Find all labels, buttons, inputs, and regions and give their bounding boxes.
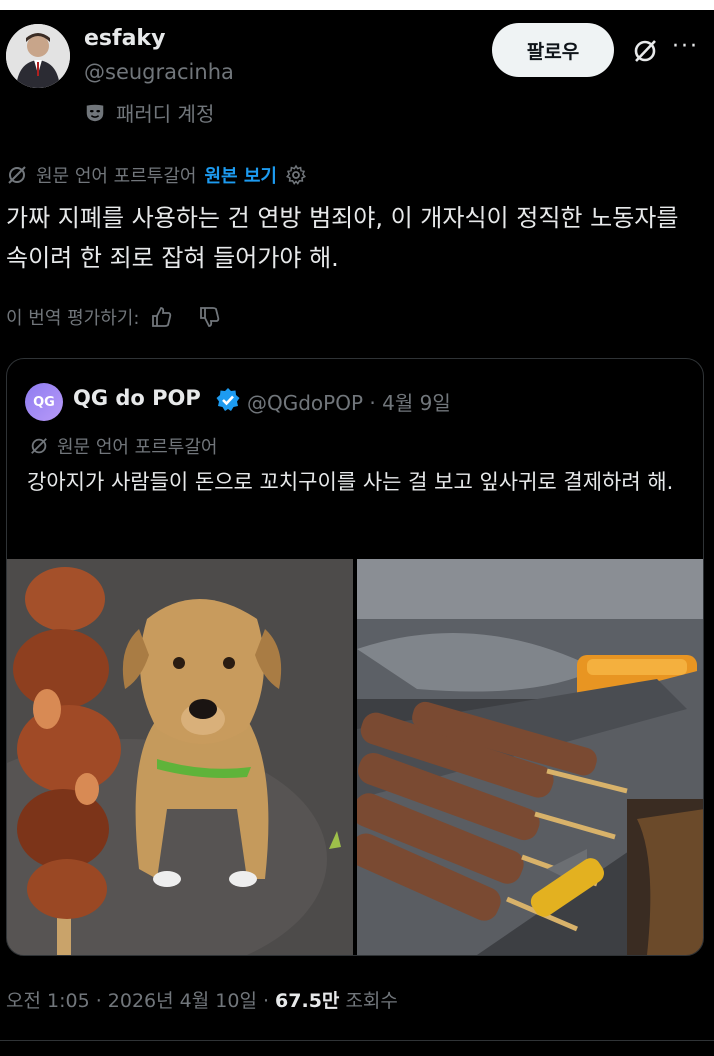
avatar[interactable] bbox=[6, 24, 70, 88]
photo-grill-skewers[interactable] bbox=[357, 559, 703, 955]
translate-icon bbox=[31, 438, 47, 454]
tweet-timestamp: 오전 1:05 · 2026년 4월 10일 · 67.5만 조회수 bbox=[6, 986, 398, 1013]
views-count: 67.5만 bbox=[275, 990, 340, 1012]
more-options-icon[interactable]: ··· bbox=[672, 34, 699, 59]
rate-translation-label: 이 번역 평가하기: bbox=[6, 308, 140, 329]
translate-icon bbox=[8, 166, 26, 184]
show-original-link[interactable]: 원본 보기 bbox=[204, 162, 277, 188]
thumbs-up-icon[interactable] bbox=[149, 305, 173, 329]
verified-badge-icon bbox=[216, 388, 240, 411]
author-display-name[interactable]: esfaky bbox=[84, 26, 165, 51]
top-strip bbox=[0, 0, 714, 10]
rate-translation: 이 번역 평가하기: bbox=[6, 304, 221, 330]
author-handle[interactable]: @seugracinha bbox=[84, 60, 234, 84]
quote-translation-source: 원문 언어 포르투갈어 bbox=[57, 437, 218, 458]
translation-source: 원문 언어 포르투갈어 bbox=[36, 166, 197, 187]
parody-text: 패러디 계정 bbox=[116, 102, 215, 126]
grok-icon[interactable] bbox=[630, 36, 660, 66]
tweet-text: 가짜 지폐를 사용하는 건 연방 범죄야, 이 개자식이 정직한 노동자를 속이… bbox=[6, 204, 679, 272]
quote-handle-date[interactable]: @QGdoPOP · 4월 9일 bbox=[247, 387, 451, 416]
parody-account-label: 패러디 계정 bbox=[84, 98, 214, 127]
translation-info: 원문 언어 포르투갈어 원본 보기 bbox=[6, 162, 307, 188]
quote-avatar[interactable]: QG bbox=[25, 383, 63, 421]
gear-icon[interactable] bbox=[285, 164, 307, 186]
photo-dog-skewer[interactable] bbox=[7, 559, 353, 955]
quote-translation-info: 원문 언어 포르투갈어 bbox=[29, 433, 217, 459]
theater-mask-icon bbox=[86, 104, 104, 121]
thumbs-down-icon[interactable] bbox=[197, 305, 221, 329]
quoted-tweet[interactable]: QG QG do POP @QGdoPOP · 4월 9일 원문 언어 포르투갈… bbox=[6, 358, 704, 956]
views-label: 조회수 bbox=[339, 990, 398, 1012]
divider bbox=[0, 1040, 714, 1041]
quote-display-name[interactable]: QG do POP bbox=[73, 386, 201, 410]
quote-text: 강아지가 사람들이 돈으로 꼬치구이를 사는 걸 보고 잎사귀로 결제하려 해. bbox=[27, 470, 674, 494]
follow-button[interactable]: 팔로우 bbox=[492, 23, 614, 77]
timestamp-date[interactable]: 오전 1:05 · 2026년 4월 10일 · bbox=[6, 990, 275, 1012]
